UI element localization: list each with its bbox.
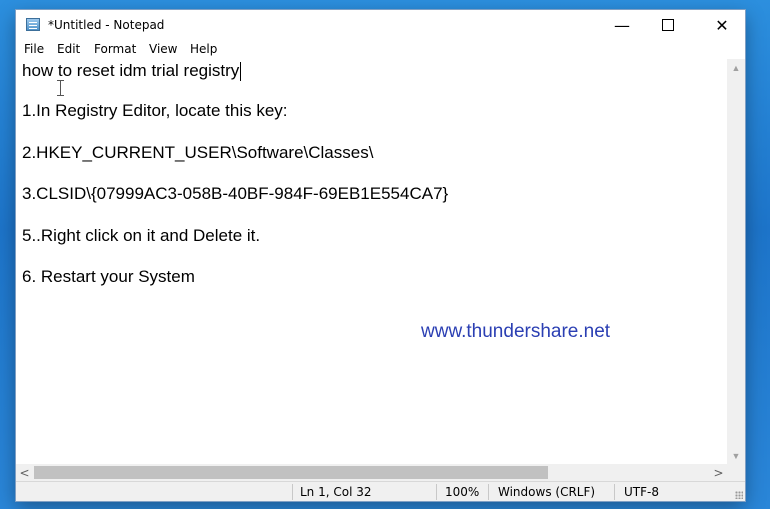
minimize-button[interactable]: — — [599, 10, 645, 40]
editor-line[interactable]: 6. Restart your System — [22, 267, 195, 287]
editor-line[interactable]: how to reset idm trial registry — [22, 61, 242, 82]
status-encoding: UTF-8 — [624, 485, 659, 499]
scroll-left-button[interactable]: < — [16, 464, 33, 481]
menu-bar: File Edit Format View Help — [16, 40, 745, 59]
text-cursor-icon — [57, 80, 65, 96]
scroll-down-button[interactable]: ▼ — [727, 447, 745, 464]
scroll-up-button[interactable]: ▲ — [727, 59, 745, 76]
close-button[interactable]: ✕ — [699, 10, 745, 40]
vertical-scrollbar[interactable]: ▲ ▼ — [727, 59, 745, 464]
menu-edit[interactable]: Edit — [57, 42, 80, 56]
text-editor[interactable]: how to reset idm trial registry 1.In Reg… — [16, 59, 727, 464]
notepad-window: *Untitled - Notepad — ✕ File Edit Format… — [16, 10, 745, 501]
status-line-ending: Windows (CRLF) — [498, 485, 596, 499]
window-title: *Untitled - Notepad — [48, 18, 165, 32]
status-divider — [614, 484, 615, 500]
editor-line-text: how to reset idm trial registry — [22, 61, 240, 80]
status-bar: Ln 1, Col 32 100% Windows (CRLF) UTF-8 — [16, 481, 745, 501]
maximize-icon — [662, 19, 674, 31]
watermark-text: www.thundershare.net — [421, 321, 611, 342]
maximize-button[interactable] — [645, 10, 691, 40]
status-divider — [436, 484, 437, 500]
editor-line[interactable]: 5..Right click on it and Delete it. — [22, 226, 260, 246]
scrollbar-corner — [727, 464, 745, 481]
editor-line[interactable]: 3.CLSID\{07999AC3-058B-40BF-984F-69EB1E5… — [22, 184, 448, 204]
status-divider — [292, 484, 293, 500]
editor-line[interactable]: 1.In Registry Editor, locate this key: — [22, 101, 288, 121]
status-divider — [488, 484, 489, 500]
scroll-right-button[interactable]: > — [710, 464, 727, 481]
notepad-app-icon[interactable] — [26, 18, 40, 31]
text-caret — [240, 62, 242, 82]
menu-view[interactable]: View — [149, 42, 177, 56]
horizontal-scrollbar[interactable]: < > — [16, 464, 727, 481]
resize-grip-icon[interactable] — [735, 491, 743, 499]
title-bar[interactable]: *Untitled - Notepad — ✕ — [16, 10, 745, 40]
editor-line[interactable]: 2.HKEY_CURRENT_USER\Software\Classes\ — [22, 143, 373, 163]
status-cursor-position: Ln 1, Col 32 — [300, 485, 372, 499]
menu-format[interactable]: Format — [94, 42, 136, 56]
menu-file[interactable]: File — [24, 42, 44, 56]
menu-help[interactable]: Help — [190, 42, 217, 56]
status-zoom: 100% — [445, 485, 480, 499]
horizontal-scroll-thumb[interactable] — [34, 466, 548, 479]
